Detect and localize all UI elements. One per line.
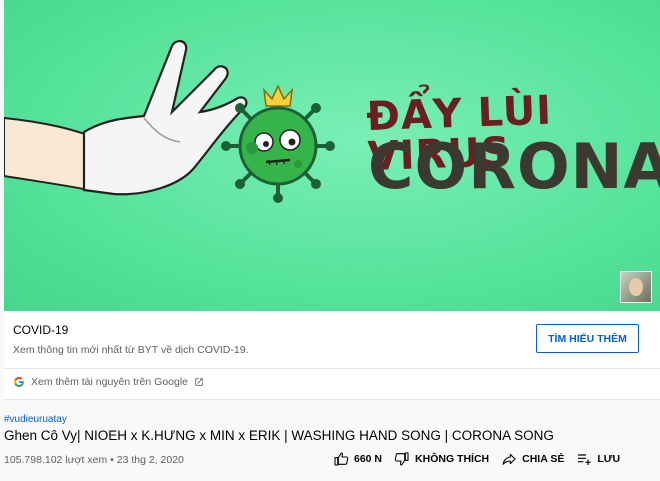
channel-watermark[interactable] bbox=[620, 271, 652, 303]
video-title: Ghen Cô Vy| NIOEH x K.HƯNG x MIN x ERIK … bbox=[4, 428, 554, 443]
learn-more-button[interactable]: TÌM HIỂU THÊM bbox=[536, 324, 639, 353]
thumbs-down-icon bbox=[394, 452, 409, 466]
crown-icon bbox=[262, 84, 294, 107]
save-label: LƯU bbox=[597, 453, 621, 465]
share-button[interactable]: CHIA SẺ bbox=[501, 451, 564, 467]
playlist-add-icon bbox=[578, 454, 591, 465]
divider bbox=[4, 368, 660, 369]
share-icon bbox=[502, 453, 516, 465]
covid-title: COVID-19 bbox=[13, 323, 69, 337]
more-resources-label: Xem thêm tài nguyên trên Google bbox=[31, 376, 189, 388]
glove-hand bbox=[82, 40, 248, 196]
thumbs-up-icon bbox=[334, 452, 349, 466]
dislike-label: KHÔNG THÍCH bbox=[415, 453, 490, 465]
covid-info-panel: COVID-19 Xem thông tin mới nhất từ BYT v… bbox=[4, 311, 660, 400]
like-count: 660 N bbox=[354, 453, 383, 465]
video-player[interactable]: ĐẨY LÙI VIRUS CORONA bbox=[4, 0, 660, 311]
hero-headline-2: CORONA bbox=[368, 130, 660, 203]
virus-character bbox=[221, 84, 335, 203]
external-link-icon bbox=[195, 378, 203, 386]
hashtag-link[interactable]: #vudieuruatay bbox=[4, 414, 67, 425]
video-meta: 105.798.102 lượt xem • 23 thg 2, 2020 bbox=[4, 454, 184, 466]
action-bar: 660 N KHÔNG THÍCH CHIA SẺ LƯU bbox=[333, 451, 632, 467]
covid-description: Xem thông tin mới nhất từ BYT về dịch CO… bbox=[13, 344, 249, 356]
share-label: CHIA SẺ bbox=[522, 453, 565, 465]
save-button[interactable]: LƯU bbox=[576, 451, 620, 467]
google-icon bbox=[13, 376, 24, 387]
like-button[interactable]: 660 N bbox=[333, 451, 382, 467]
more-resources-link[interactable]: Xem thêm tài nguyên trên Google bbox=[13, 376, 204, 388]
dislike-button[interactable]: KHÔNG THÍCH bbox=[394, 451, 489, 467]
